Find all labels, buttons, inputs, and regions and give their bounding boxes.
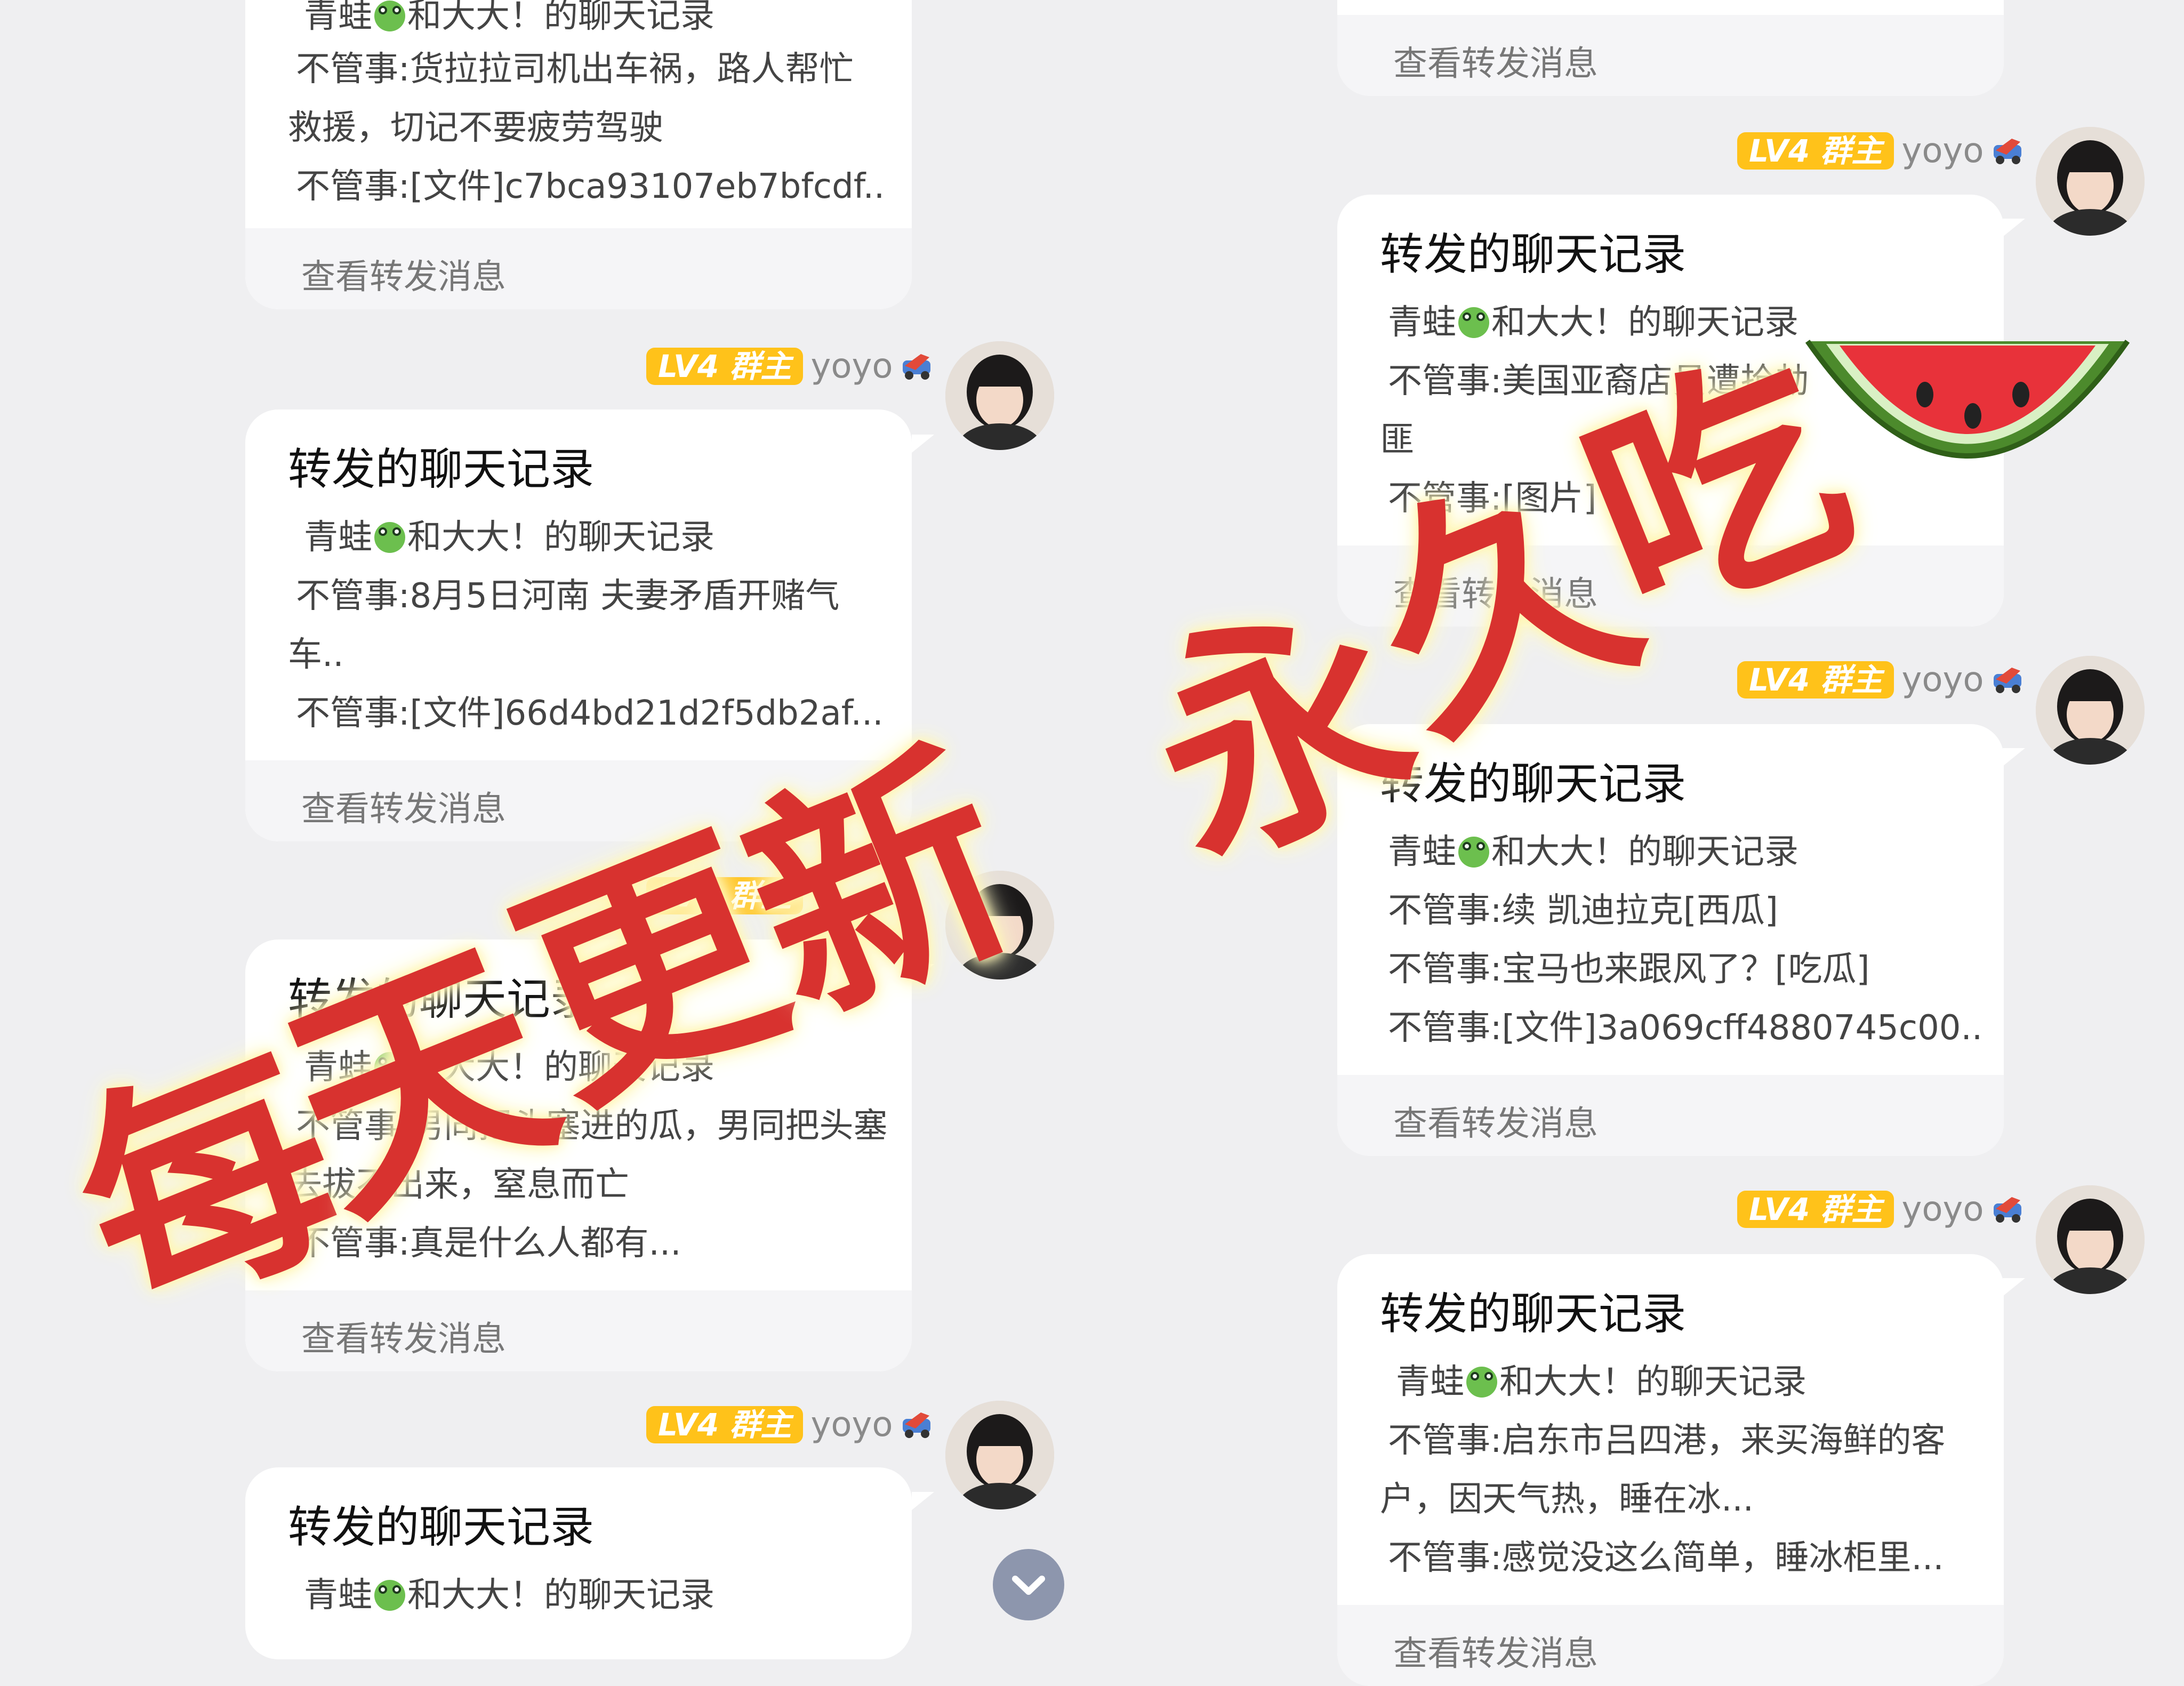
card-line: 不管事:感觉没这么简单，睡冰柜里... (1388, 1538, 1944, 1578)
sender-emoji-icon (1990, 134, 2028, 167)
forwarded-message-card[interactable]: 查看转发消息 (1337, 0, 2004, 96)
view-forwarded-button[interactable]: 查看转发消息 (1337, 1075, 2004, 1156)
watermelon-icon (1797, 320, 2138, 544)
card-line: 青蛙 和大大！的聊天记录 (1396, 1362, 1806, 1402)
card-line: 不管事:[文件]3a069cff4880745c00... (1388, 1008, 1980, 1048)
sender-name: yoyo (1901, 1190, 1984, 1229)
footer-label: 查看转发消息 (1393, 1634, 1598, 1674)
sender-name: yoyo (1901, 131, 1984, 171)
sender-info: LV4 群主 yoyo (1737, 130, 2028, 172)
sender-name: yoyo (1901, 660, 1984, 700)
sender-emoji-icon (1990, 663, 2028, 696)
card-line: 户，因天气热，睡在冰... (1380, 1480, 1754, 1519)
avatar[interactable] (2036, 1185, 2145, 1294)
level-badge: LV4 群主 (1737, 661, 1894, 699)
card-line: 不管事:续 凯迪拉克[西瓜] (1388, 891, 1778, 930)
bubble-tail (2003, 1278, 2025, 1296)
view-forwarded-button[interactable]: 查看转发消息 (1337, 15, 2004, 96)
card-line: 不管事:启东市吕四港，来买海鲜的客 (1388, 1421, 1946, 1460)
sender-info: LV4 群主 yoyo (1737, 659, 2028, 701)
footer-label: 查看转发消息 (1393, 1104, 1598, 1144)
card-line: 青蛙 和大大！的聊天记录 (1388, 832, 1798, 872)
bubble-tail (2003, 219, 2025, 237)
frog-emoji-icon (1466, 1367, 1497, 1398)
card-title: 转发的聊天记录 (1380, 229, 1687, 280)
forwarded-message-card[interactable]: 转发的聊天记录 青蛙 和大大！的聊天记录 不管事:启东市吕四港，来买海鲜的客 户，… (1337, 1254, 2004, 1686)
frog-emoji-icon (1458, 307, 1489, 338)
avatar[interactable] (2036, 656, 2145, 765)
card-line: 不管事:宝马也来跟风了？[吃瓜] (1388, 950, 1870, 989)
footer-label: 查看转发消息 (1393, 44, 1598, 84)
card-title: 转发的聊天记录 (1380, 1289, 1687, 1339)
view-forwarded-button[interactable]: 查看转发消息 (1337, 1605, 2004, 1686)
forwarded-message-card[interactable]: 转发的聊天记录 青蛙 和大大！的聊天记录 不管事:续 凯迪拉克[西瓜] 不管事:宝… (1337, 724, 2004, 1156)
sender-emoji-icon (1990, 1193, 2028, 1226)
frog-emoji-icon (1458, 837, 1489, 868)
avatar[interactable] (2036, 127, 2145, 236)
right-column: 查看转发消息 LV4 群主 yoyo 转发的聊天记录 青蛙 和大大！的聊天记录 不… (0, 0, 2184, 1686)
bubble-tail (2003, 748, 2025, 766)
sender-info: LV4 群主 yoyo (1737, 1188, 2028, 1231)
level-badge: LV4 群主 (1737, 132, 1894, 170)
level-badge: LV4 群主 (1737, 1191, 1894, 1228)
